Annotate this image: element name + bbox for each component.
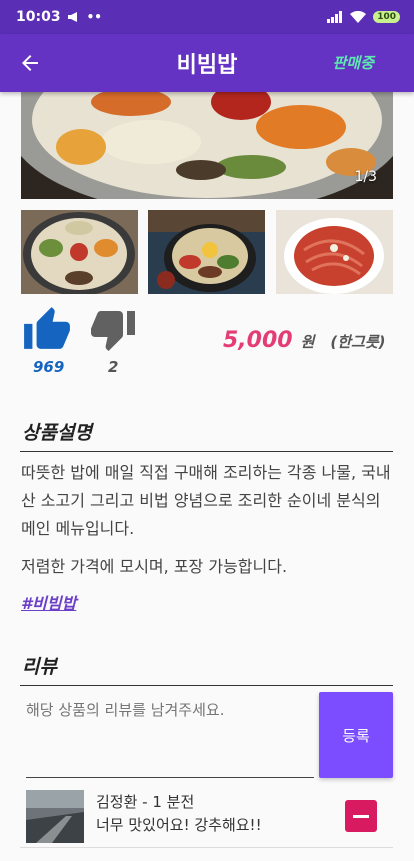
image-counter: 1/3 — [354, 169, 377, 185]
review-text: 너무 맛있어요! 강추해요!! — [96, 816, 262, 834]
battery-icon: 100 — [373, 11, 400, 23]
review-divider — [20, 847, 393, 848]
status-time: 10:03 — [16, 9, 61, 25]
reviews-title: 리뷰 — [22, 656, 57, 678]
price: 5,000 원 (한그릇) — [223, 328, 386, 353]
description-divider — [20, 451, 393, 452]
bibimbap-image — [21, 92, 393, 199]
signal-icon — [327, 11, 343, 23]
submit-review-button[interactable]: 등록 — [319, 692, 393, 778]
wifi-icon — [350, 11, 367, 23]
reviewer-avatar — [26, 790, 84, 843]
price-unit: 원 — [300, 333, 315, 351]
review-item: 김정환 - 1 분전 너무 맛있어요! 강추해요!! — [26, 788, 393, 844]
app-bar: 비빔밥 판매중 — [0, 34, 414, 92]
thumbnail-1-image — [21, 210, 138, 294]
reviewer-avatar-image — [26, 790, 84, 843]
status-bar: 10:03 •• 100 — [0, 0, 414, 34]
delete-review-button[interactable] — [345, 800, 377, 832]
sale-status: 판매중 — [332, 54, 374, 72]
description-text: 따뜻한 밥에 매일 직접 구매해 조리하는 각종 나물, 국내산 소고기 그리고… — [21, 463, 391, 538]
description-title: 상품설명 — [22, 422, 92, 444]
hashtag-link[interactable]: #비빔밥 — [21, 590, 76, 614]
like-count: 969 — [33, 358, 65, 376]
thumbnail-3[interactable] — [276, 210, 393, 294]
more-dots-icon: •• — [86, 10, 102, 24]
reviews-divider — [20, 685, 393, 686]
megaphone-icon — [67, 12, 77, 22]
dislike-count: 2 — [108, 358, 119, 376]
review-input-underline — [26, 777, 314, 778]
thumbnail-1[interactable] — [21, 210, 138, 294]
description-text-2: 저렴한 가격에 모시며, 포장 가능합니다. — [21, 557, 288, 576]
hero-image[interactable]: 1/3 — [21, 92, 393, 199]
thumbnail-2-image — [148, 210, 265, 294]
minus-icon — [353, 814, 369, 818]
thumbs-down-icon[interactable] — [89, 309, 137, 353]
thumbs-up-icon[interactable] — [22, 305, 72, 351]
thumbnail-3-image — [276, 210, 393, 294]
review-input[interactable] — [26, 701, 314, 719]
review-author: 김정환 - 1 분전 — [96, 793, 195, 811]
price-portion: (한그릇) — [330, 333, 386, 351]
thumbnail-2[interactable] — [148, 210, 265, 294]
price-amount: 5,000 — [223, 328, 293, 353]
